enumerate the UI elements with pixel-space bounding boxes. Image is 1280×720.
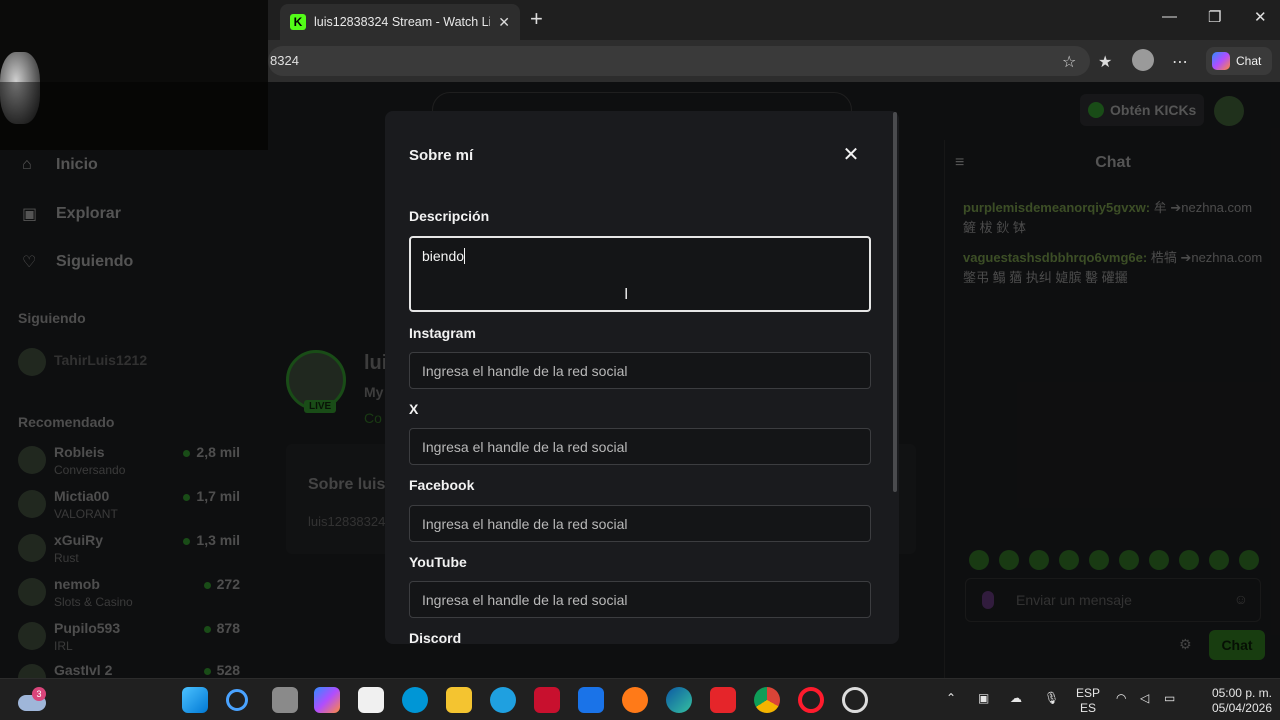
text-caret — [464, 248, 466, 264]
time: 05:00 p. m. — [1211, 686, 1272, 700]
clock[interactable]: 05:00 p. m. 05/04/2026 — [1196, 686, 1272, 716]
tab-title: luis12838324 Stream - Watch Live — [314, 15, 491, 29]
opera-icon[interactable] — [798, 687, 824, 713]
discord-label: Discord — [409, 630, 462, 644]
start-icon[interactable] — [182, 687, 208, 713]
field-placeholder: Ingresa el handle de la red social — [422, 592, 628, 608]
wps-icon[interactable] — [710, 687, 736, 713]
favorite-star-icon[interactable]: ☆ — [1062, 52, 1076, 72]
mcafee-icon[interactable] — [534, 687, 560, 713]
date: 05/04/2026 — [1211, 701, 1272, 715]
chevron-up-icon[interactable]: ⌃ — [946, 691, 956, 706]
lang-bottom: ES — [1079, 701, 1096, 715]
restore-icon[interactable]: ❐ — [1208, 8, 1221, 26]
mic-tray-icon[interactable]: 🎙 — [1044, 691, 1059, 706]
description-label: Descripción — [409, 208, 490, 224]
battery-icon[interactable]: ▭ — [1164, 691, 1175, 706]
close-tab-icon[interactable]: ✕ — [498, 14, 510, 31]
description-value: biendo — [422, 248, 465, 264]
app-icon[interactable] — [490, 687, 516, 713]
weather-badge: 3 — [32, 687, 46, 701]
instagram-label: Instagram — [409, 325, 476, 341]
onedrive-icon[interactable]: ☁ — [1010, 691, 1022, 706]
tray-app-icon[interactable]: ▣ — [978, 691, 989, 706]
lang-top: ESP — [1075, 686, 1100, 700]
mail-icon[interactable] — [578, 687, 604, 713]
youtube-label: YouTube — [409, 554, 467, 570]
store-icon[interactable] — [358, 687, 384, 713]
screen: K luis12838324 Stream - Watch Live ✕ + —… — [0, 0, 1280, 720]
volume-icon[interactable]: ◁ — [1140, 691, 1149, 706]
field-placeholder: Ingresa el handle de la red social — [422, 439, 628, 455]
copilot-icon — [1212, 52, 1230, 70]
copilot-label: Chat — [1236, 54, 1262, 68]
modal-title: Sobre mí — [409, 147, 474, 164]
browser-tab-active[interactable]: K luis12838324 Stream - Watch Live ✕ — [280, 4, 520, 40]
close-window-icon[interactable]: ✕ — [1254, 8, 1267, 26]
new-tab-icon[interactable]: + — [530, 6, 543, 32]
file-explorer-icon[interactable] — [446, 687, 472, 713]
favorites-list-icon[interactable]: ★ — [1098, 52, 1112, 72]
task-view-icon[interactable] — [272, 687, 298, 713]
obs-icon[interactable] — [842, 687, 868, 713]
copilot-taskbar-icon[interactable] — [314, 687, 340, 713]
description-textarea[interactable]: biendo — [409, 236, 871, 312]
chrome-icon[interactable] — [754, 687, 780, 713]
brave-icon[interactable] — [622, 687, 648, 713]
field-placeholder: Ingresa el handle de la red social — [422, 363, 628, 379]
edge-icon[interactable] — [666, 687, 692, 713]
facebook-field[interactable]: Ingresa el handle de la red social — [409, 505, 871, 542]
profile-icon[interactable] — [1132, 49, 1154, 71]
copilot-chat-button[interactable]: Chat — [1206, 47, 1272, 75]
x-field[interactable]: Ingresa el handle de la red social — [409, 428, 871, 465]
modal-scrollbar[interactable] — [893, 112, 897, 492]
kick-favicon-icon: K — [290, 14, 306, 30]
minimize-icon[interactable]: — — [1162, 8, 1177, 25]
more-menu-icon[interactable]: ⋯ — [1172, 52, 1188, 72]
youtube-field[interactable]: Ingresa el handle de la red social — [409, 581, 871, 618]
wifi-icon[interactable]: ◠ — [1116, 691, 1126, 706]
text-cursor-icon: I — [624, 286, 629, 303]
facebook-label: Facebook — [409, 477, 475, 493]
search-icon[interactable] — [226, 689, 248, 711]
weather-widget[interactable]: 3 — [18, 687, 48, 713]
address-bar[interactable]: 8324 — [268, 46, 1090, 76]
close-icon[interactable]: ✕ — [841, 145, 861, 165]
about-me-modal: Sobre mí ✕ Descripción biendo Instagram … — [385, 111, 899, 644]
windows-taskbar: 3 ⌃ ▣ ☁ 🎙 ESP ES ◠ ◁ ▭ 05:00 p. m. 05/04… — [0, 678, 1280, 720]
language-indicator[interactable]: ESP ES — [1074, 686, 1102, 716]
x-label: X — [409, 401, 419, 417]
instagram-field[interactable]: Ingresa el handle de la red social — [409, 352, 871, 389]
field-placeholder: Ingresa el handle de la red social — [422, 516, 628, 532]
hp-icon[interactable] — [402, 687, 428, 713]
